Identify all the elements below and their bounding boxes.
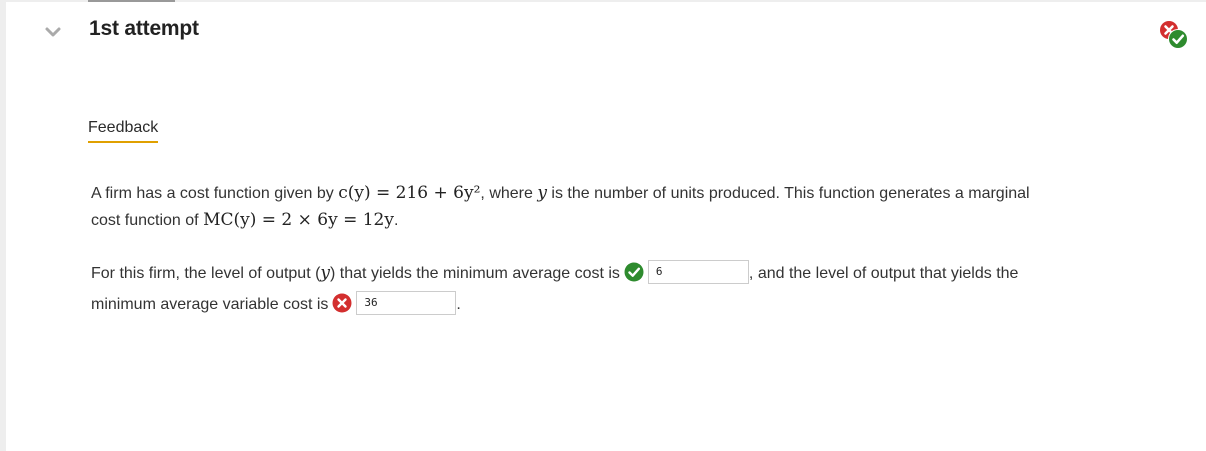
top-divider bbox=[6, 0, 1206, 2]
output-variable: y bbox=[320, 263, 331, 283]
question-line-3: For this firm, the level of output (y) t… bbox=[91, 258, 1141, 289]
question-text: minimum average variable cost is bbox=[91, 296, 329, 313]
question-line-2: cost function of MC(y) = 2 × 6y = 12y. bbox=[91, 207, 1141, 234]
chevron-down-icon[interactable] bbox=[43, 22, 63, 42]
question-line-4: minimum average variable cost is 36. bbox=[91, 289, 1141, 320]
attempt-title: 1st attempt bbox=[89, 17, 199, 40]
question-paragraph-2: For this firm, the level of output (y) t… bbox=[91, 258, 1141, 320]
question-text: , where bbox=[480, 185, 538, 202]
marginal-cost-formula: MC(y) = 2 × 6y = 12y bbox=[203, 210, 394, 230]
question-text: . bbox=[456, 296, 461, 313]
mixed-result-icon bbox=[1158, 19, 1190, 51]
check-circle-icon bbox=[624, 262, 644, 282]
left-rail bbox=[0, 0, 6, 451]
question-text: ) that yields the minimum average cost i… bbox=[330, 265, 620, 282]
question-text: A firm has a cost function given by bbox=[91, 185, 339, 202]
top-tab-indicator bbox=[88, 0, 175, 2]
question-text: cost function of bbox=[91, 212, 204, 229]
answer-field-min-average-cost[interactable]: 6 bbox=[647, 259, 749, 284]
x-circle-icon bbox=[332, 293, 352, 313]
question-text: For this firm, the level of output ( bbox=[91, 265, 321, 282]
answer-field-min-average-variable-cost[interactable]: 36 bbox=[356, 290, 457, 315]
output-variable: y bbox=[537, 183, 547, 203]
question-text: , and the level of output that yields th… bbox=[748, 265, 1019, 282]
question-text: . bbox=[393, 212, 399, 229]
question-text: is the number of units produced. This fu… bbox=[546, 185, 1030, 202]
question-paragraph-1: A firm has a cost function given by c(y)… bbox=[91, 180, 1141, 234]
question-line-1: A firm has a cost function given by c(y)… bbox=[91, 180, 1141, 207]
cost-function-formula: c(y) = 216 + 6y² bbox=[338, 183, 481, 203]
tab-feedback[interactable]: Feedback bbox=[88, 119, 159, 143]
